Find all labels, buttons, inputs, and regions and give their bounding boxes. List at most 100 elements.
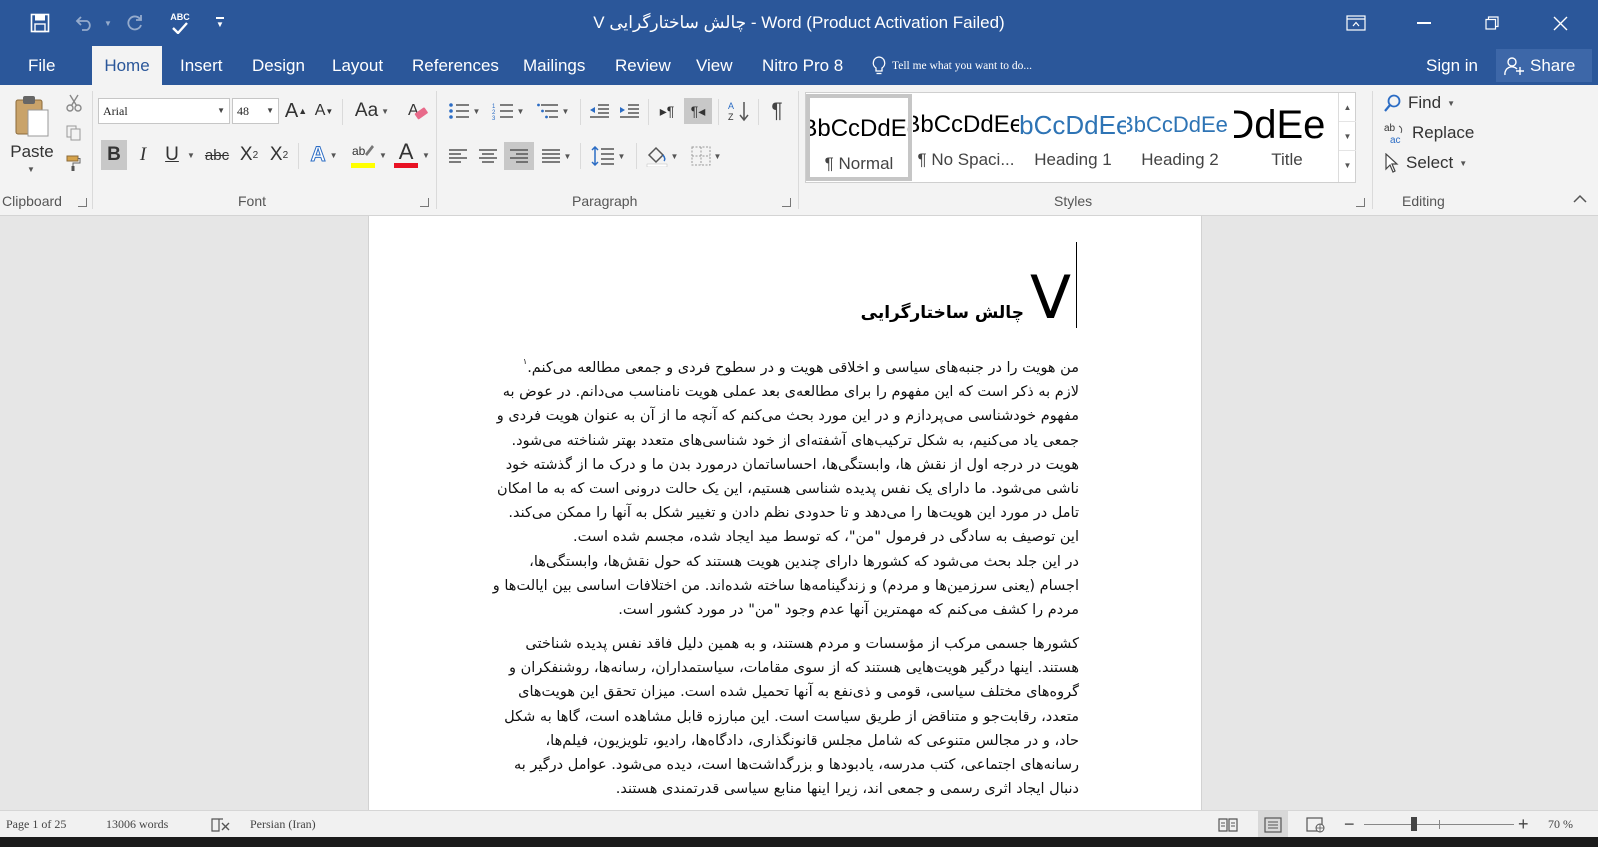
undo-dropdown-icon[interactable]: ▼ (102, 0, 114, 46)
paste-dropdown-icon[interactable]: ▼ (27, 165, 35, 174)
tab-nitro-pro-8[interactable]: Nitro Pro 8 (752, 46, 853, 85)
right-to-left-icon[interactable]: ¶◂ (684, 98, 712, 124)
align-right-icon[interactable] (504, 142, 534, 170)
save-icon[interactable] (26, 0, 54, 46)
align-center-icon[interactable] (474, 142, 502, 170)
paragraph-line: دنبال ایجاد اثری رسمی و جمعی اند، زیرا ا… (615, 781, 1079, 798)
subscript-button[interactable]: X2 (236, 140, 262, 170)
tab-layout[interactable]: Layout (322, 46, 393, 85)
replace-button[interactable]: ab ac Replace (1384, 119, 1474, 147)
read-mode-icon[interactable] (1218, 811, 1238, 838)
sort-icon[interactable]: AZ (724, 98, 752, 124)
copy-icon[interactable] (62, 121, 86, 145)
paste-label[interactable]: Paste (10, 142, 54, 162)
bullets-button[interactable]: ▼ (444, 98, 484, 124)
paragraph-launcher-icon[interactable] (782, 198, 791, 207)
language-indicator[interactable]: Persian (Iran) (250, 811, 316, 838)
justify-icon[interactable]: ▼ (536, 142, 576, 170)
tab-review[interactable]: Review (605, 46, 681, 85)
strikethrough-button[interactable]: abc (202, 140, 232, 170)
tab-references[interactable]: References (402, 46, 509, 85)
multilevel-list-button[interactable]: ▼ (532, 98, 574, 124)
zoom-slider-thumb[interactable] (1411, 817, 1417, 831)
document-page[interactable]: V چالش ساختارگرایی من هویت را در جنبه‌ها… (368, 216, 1202, 810)
clear-formatting-icon[interactable]: A (404, 98, 430, 124)
change-case-button[interactable]: Aa ▼ (350, 98, 394, 124)
web-layout-icon[interactable] (1306, 811, 1326, 838)
superscript-letter: X (269, 144, 283, 165)
separator (1372, 91, 1373, 209)
superscript-button[interactable]: X2 (266, 140, 292, 170)
show-formatting-marks-icon[interactable]: ¶ (764, 98, 790, 124)
style-heading-1[interactable]: AaBbCcDdEe Heading 1 (1020, 94, 1126, 181)
styles-launcher-icon[interactable] (1356, 198, 1365, 207)
borders-icon[interactable]: ▼ (686, 142, 726, 170)
text-effects-button[interactable]: A ▼ (304, 140, 344, 170)
cut-icon[interactable] (62, 91, 86, 115)
undo-icon[interactable] (70, 0, 98, 46)
font-launcher-icon[interactable] (420, 198, 429, 207)
zoom-out-icon[interactable]: − (1344, 811, 1355, 838)
font-color-button[interactable]: A ▼ (394, 140, 430, 170)
shrink-font-button[interactable]: A ▼ (312, 98, 336, 124)
share-button[interactable]: Share (1496, 49, 1592, 82)
format-painter-icon[interactable] (62, 151, 86, 175)
increase-indent-icon[interactable] (616, 98, 642, 124)
redo-icon[interactable] (122, 0, 148, 46)
tab-design[interactable]: Design (242, 46, 315, 85)
style-no-spacing[interactable]: AaBbCcDdEe ¶ No Spaci... (913, 94, 1019, 181)
word-count[interactable]: 13006 words (106, 811, 168, 838)
print-layout-icon[interactable] (1258, 811, 1288, 838)
ribbon-home: Paste ▼ Clipboard Arial ▼ 48 ▼ A ▲ A ▼ Aa ▼ A… (0, 85, 1598, 216)
find-icon (1384, 94, 1402, 112)
left-to-right-icon[interactable]: ▸¶ (654, 98, 680, 124)
font-name-combo[interactable]: Arial ▼ (98, 98, 230, 124)
styles-scrollbar[interactable]: ▲ ▼ ▼ (1338, 93, 1356, 182)
ribbon-display-options-icon[interactable] (1322, 0, 1390, 46)
tell-me-search[interactable]: Tell me what you want to do... (872, 46, 1032, 85)
line-spacing-icon[interactable]: ▼ (586, 142, 630, 170)
zoom-level[interactable]: 70 % (1548, 811, 1573, 838)
align-left-icon[interactable] (444, 142, 472, 170)
highlighter-icon: ab (351, 142, 376, 168)
italic-button[interactable]: I (131, 140, 155, 170)
scroll-down-icon[interactable]: ▼ (1339, 122, 1356, 151)
tab-view[interactable]: View (686, 46, 743, 85)
bold-button[interactable]: B (101, 140, 127, 170)
zoom-slider[interactable] (1364, 811, 1514, 838)
collapse-ribbon-icon[interactable] (1570, 189, 1590, 209)
style-normal[interactable]: AaBbCcDdEe ¶ Normal (806, 94, 912, 181)
document-area[interactable]: V چالش ساختارگرایی من هویت را در جنبه‌ها… (0, 216, 1598, 810)
select-button[interactable]: Select ▼ (1384, 149, 1467, 177)
numbering-button[interactable]: 1 2 3 ▼ (488, 98, 528, 124)
zoom-in-icon[interactable]: + (1518, 811, 1529, 838)
style-heading-2[interactable]: AaBbCcDdEe Heading 2 (1127, 94, 1233, 181)
find-button[interactable]: Find ▼ (1384, 89, 1455, 117)
tab-file[interactable]: File (18, 46, 65, 85)
clipboard-launcher-icon[interactable] (78, 198, 87, 207)
grow-font-button[interactable]: A ▲ (284, 98, 308, 124)
tab-mailings[interactable]: Mailings (513, 46, 595, 85)
highlight-color-button[interactable]: ab ▼ (348, 140, 390, 170)
more-styles-icon[interactable]: ▼ (1339, 151, 1356, 180)
customize-toolbar-icon[interactable]: ▼ (212, 0, 228, 46)
minimize-icon[interactable] (1390, 0, 1458, 46)
underline-button[interactable]: U (160, 140, 184, 170)
font-size-combo[interactable]: 48 ▼ (232, 98, 279, 124)
sign-in-link[interactable]: Sign in (1426, 46, 1478, 85)
proofing-icon[interactable] (210, 811, 232, 838)
tab-insert[interactable]: Insert (170, 46, 233, 85)
restore-icon[interactable] (1458, 0, 1526, 46)
decrease-indent-icon[interactable] (586, 98, 612, 124)
spelling-check-icon[interactable]: ABC (166, 0, 194, 46)
paste-icon[interactable] (10, 93, 54, 143)
tab-home[interactable]: Home (92, 46, 162, 85)
scroll-up-icon[interactable]: ▲ (1339, 93, 1356, 122)
shading-icon[interactable]: ▼ (642, 142, 682, 170)
svg-text:Z: Z (728, 112, 734, 122)
font-color-swatch (394, 163, 419, 168)
page-count[interactable]: Page 1 of 25 (6, 811, 66, 838)
close-icon[interactable] (1526, 0, 1594, 46)
style-title[interactable]: AaBbCcDdEe Title (1234, 94, 1340, 181)
underline-dropdown-icon[interactable]: ▼ (186, 140, 196, 170)
